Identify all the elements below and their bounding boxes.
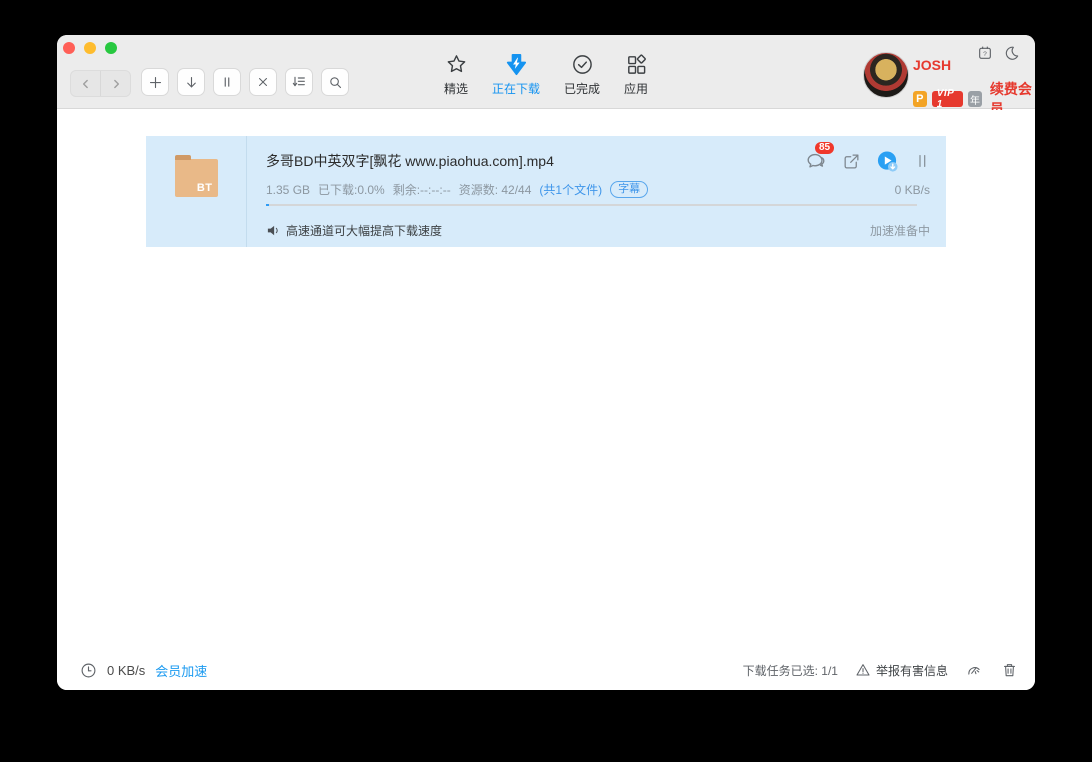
speedometer-icon bbox=[965, 662, 984, 679]
tab-label: 应用 bbox=[624, 80, 648, 97]
year-badge: 年 bbox=[968, 91, 982, 107]
tab-completed[interactable]: 已完成 bbox=[564, 53, 600, 97]
vip-badge: VIP 1 bbox=[932, 91, 963, 107]
bt-folder-label: BT bbox=[197, 182, 213, 194]
accel-status: 加速准备中 bbox=[870, 222, 930, 239]
sort-list-icon bbox=[291, 74, 307, 90]
forward-button[interactable] bbox=[100, 71, 130, 96]
main-tabs: 精选 正在下载 已完成 应用 bbox=[444, 53, 648, 97]
play-while-download-button[interactable] bbox=[876, 150, 899, 173]
close-window-button[interactable] bbox=[63, 42, 75, 54]
nav-history-group bbox=[70, 70, 131, 97]
app-window: 精选 正在下载 已完成 应用 bbox=[57, 35, 1035, 690]
task-resources: 资源数: 42/44 bbox=[459, 181, 532, 198]
comment-count-badge: 85 bbox=[815, 142, 834, 154]
trash-button[interactable] bbox=[1001, 661, 1018, 679]
chevron-right-icon bbox=[109, 77, 123, 91]
corner-icons: ? bbox=[977, 45, 1020, 61]
apps-grid-icon bbox=[625, 53, 648, 76]
start-download-button[interactable] bbox=[177, 68, 205, 96]
username[interactable]: JOSH bbox=[913, 57, 951, 73]
pause-this-task-button[interactable] bbox=[914, 152, 930, 170]
chevron-left-icon bbox=[79, 77, 93, 91]
status-bar: 0 KB/s 会员加速 下载任务已选: 1/1 举报有害信息 bbox=[57, 650, 1035, 690]
tab-label: 正在下载 bbox=[492, 80, 540, 97]
task-icon-column: BT bbox=[146, 136, 247, 247]
download-task-row[interactable]: BT 多哥BD中英双字[飘花 www.piaohua.com].mp4 85 bbox=[146, 136, 946, 247]
global-speed: 0 KB/s bbox=[107, 663, 145, 678]
back-button[interactable] bbox=[71, 71, 100, 96]
tab-apps[interactable]: 应用 bbox=[624, 53, 648, 97]
speedup-promo-row: 高速通道可大幅提高下载速度 加速准备中 bbox=[266, 214, 930, 247]
report-harmful-button[interactable]: 举报有害信息 bbox=[855, 662, 948, 679]
dark-mode-moon-icon[interactable] bbox=[1004, 45, 1020, 61]
task-size: 1.35 GB bbox=[266, 183, 310, 197]
member-accel-link[interactable]: 会员加速 bbox=[155, 661, 207, 680]
task-toolbar bbox=[141, 68, 349, 96]
comments-button[interactable]: 85 bbox=[805, 150, 827, 172]
bt-folder-icon: BT bbox=[175, 159, 218, 197]
trash-icon bbox=[1001, 661, 1018, 679]
progress-fill bbox=[266, 204, 269, 206]
search-icon bbox=[328, 75, 343, 90]
p-badge: P bbox=[913, 91, 927, 107]
share-open-icon bbox=[842, 152, 861, 171]
toolbar: 精选 正在下载 已完成 应用 bbox=[57, 35, 1035, 109]
pause-icon bbox=[220, 75, 234, 89]
minimize-window-button[interactable] bbox=[84, 42, 96, 54]
open-folder-button[interactable] bbox=[842, 152, 861, 171]
tab-label: 已完成 bbox=[564, 80, 600, 97]
promo-text[interactable]: 高速通道可大幅提高下载速度 bbox=[286, 222, 442, 239]
task-details: 多哥BD中英双字[飘花 www.piaohua.com].mp4 85 bbox=[247, 136, 946, 247]
svg-text:?: ? bbox=[983, 51, 987, 58]
play-circle-download-icon bbox=[876, 150, 899, 173]
arrow-down-icon bbox=[184, 75, 199, 90]
warning-triangle-icon bbox=[855, 662, 871, 678]
task-remaining: 剩余:--:--:-- bbox=[393, 181, 451, 198]
clock-icon bbox=[80, 662, 97, 679]
download-list: BT 多哥BD中英双字[飘花 www.piaohua.com].mp4 85 bbox=[57, 110, 1035, 650]
tab-label: 精选 bbox=[444, 80, 468, 97]
task-actions: 85 bbox=[805, 150, 930, 173]
traffic-lights bbox=[63, 42, 117, 54]
task-downloaded: 已下载:0.0% bbox=[318, 181, 385, 198]
zoom-window-button[interactable] bbox=[105, 42, 117, 54]
plus-icon bbox=[148, 75, 163, 90]
selected-count: 下载任务已选: 1/1 bbox=[743, 662, 838, 679]
delete-task-button[interactable] bbox=[249, 68, 277, 96]
pause-bars-icon bbox=[914, 152, 930, 170]
close-icon bbox=[256, 75, 270, 89]
user-avatar[interactable] bbox=[863, 52, 909, 98]
tab-downloading[interactable]: 正在下载 bbox=[492, 53, 540, 97]
new-task-button[interactable] bbox=[141, 68, 169, 96]
speed-test-button[interactable] bbox=[965, 662, 984, 679]
task-file-count[interactable]: (共1个文件) bbox=[539, 181, 602, 198]
search-button[interactable] bbox=[321, 68, 349, 96]
downloading-bolt-icon bbox=[504, 53, 527, 76]
sort-tasks-button[interactable] bbox=[285, 68, 313, 96]
check-circle-icon bbox=[571, 53, 594, 76]
speaker-icon bbox=[266, 223, 281, 238]
checkin-calendar-icon[interactable]: ? bbox=[977, 45, 993, 61]
report-label: 举报有害信息 bbox=[876, 662, 948, 679]
star-icon bbox=[444, 53, 467, 76]
tab-featured[interactable]: 精选 bbox=[444, 53, 468, 97]
task-stats: 1.35 GB 已下载:0.0% 剩余:--:--:-- 资源数: 42/44 … bbox=[266, 181, 930, 198]
subtitle-badge[interactable]: 字幕 bbox=[610, 181, 648, 198]
task-filename: 多哥BD中英双字[飘花 www.piaohua.com].mp4 bbox=[266, 151, 805, 171]
pause-task-button[interactable] bbox=[213, 68, 241, 96]
progress-bar bbox=[266, 204, 917, 206]
task-speed: 0 KB/s bbox=[895, 183, 930, 197]
